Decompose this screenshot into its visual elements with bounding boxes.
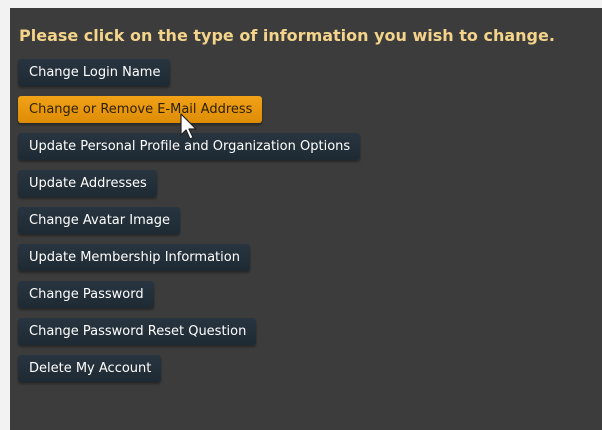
change-email-button[interactable]: Change or Remove E-Mail Address xyxy=(18,96,263,123)
change-password-button[interactable]: Change Password xyxy=(18,281,154,308)
mouse-pointer-icon xyxy=(180,113,197,140)
account-options-panel: Please click on the type of information … xyxy=(10,8,602,430)
update-membership-button[interactable]: Update Membership Information xyxy=(18,244,250,271)
page-heading: Please click on the type of information … xyxy=(19,26,555,45)
delete-account-button[interactable]: Delete My Account xyxy=(18,355,162,382)
update-addresses-button[interactable]: Update Addresses xyxy=(18,170,157,197)
change-login-name-button[interactable]: Change Login Name xyxy=(18,59,171,86)
change-reset-question-button[interactable]: Change Password Reset Question xyxy=(18,318,257,345)
option-button-list: Change Login Name Change or Remove E-Mai… xyxy=(18,59,588,392)
change-avatar-button[interactable]: Change Avatar Image xyxy=(18,207,180,234)
